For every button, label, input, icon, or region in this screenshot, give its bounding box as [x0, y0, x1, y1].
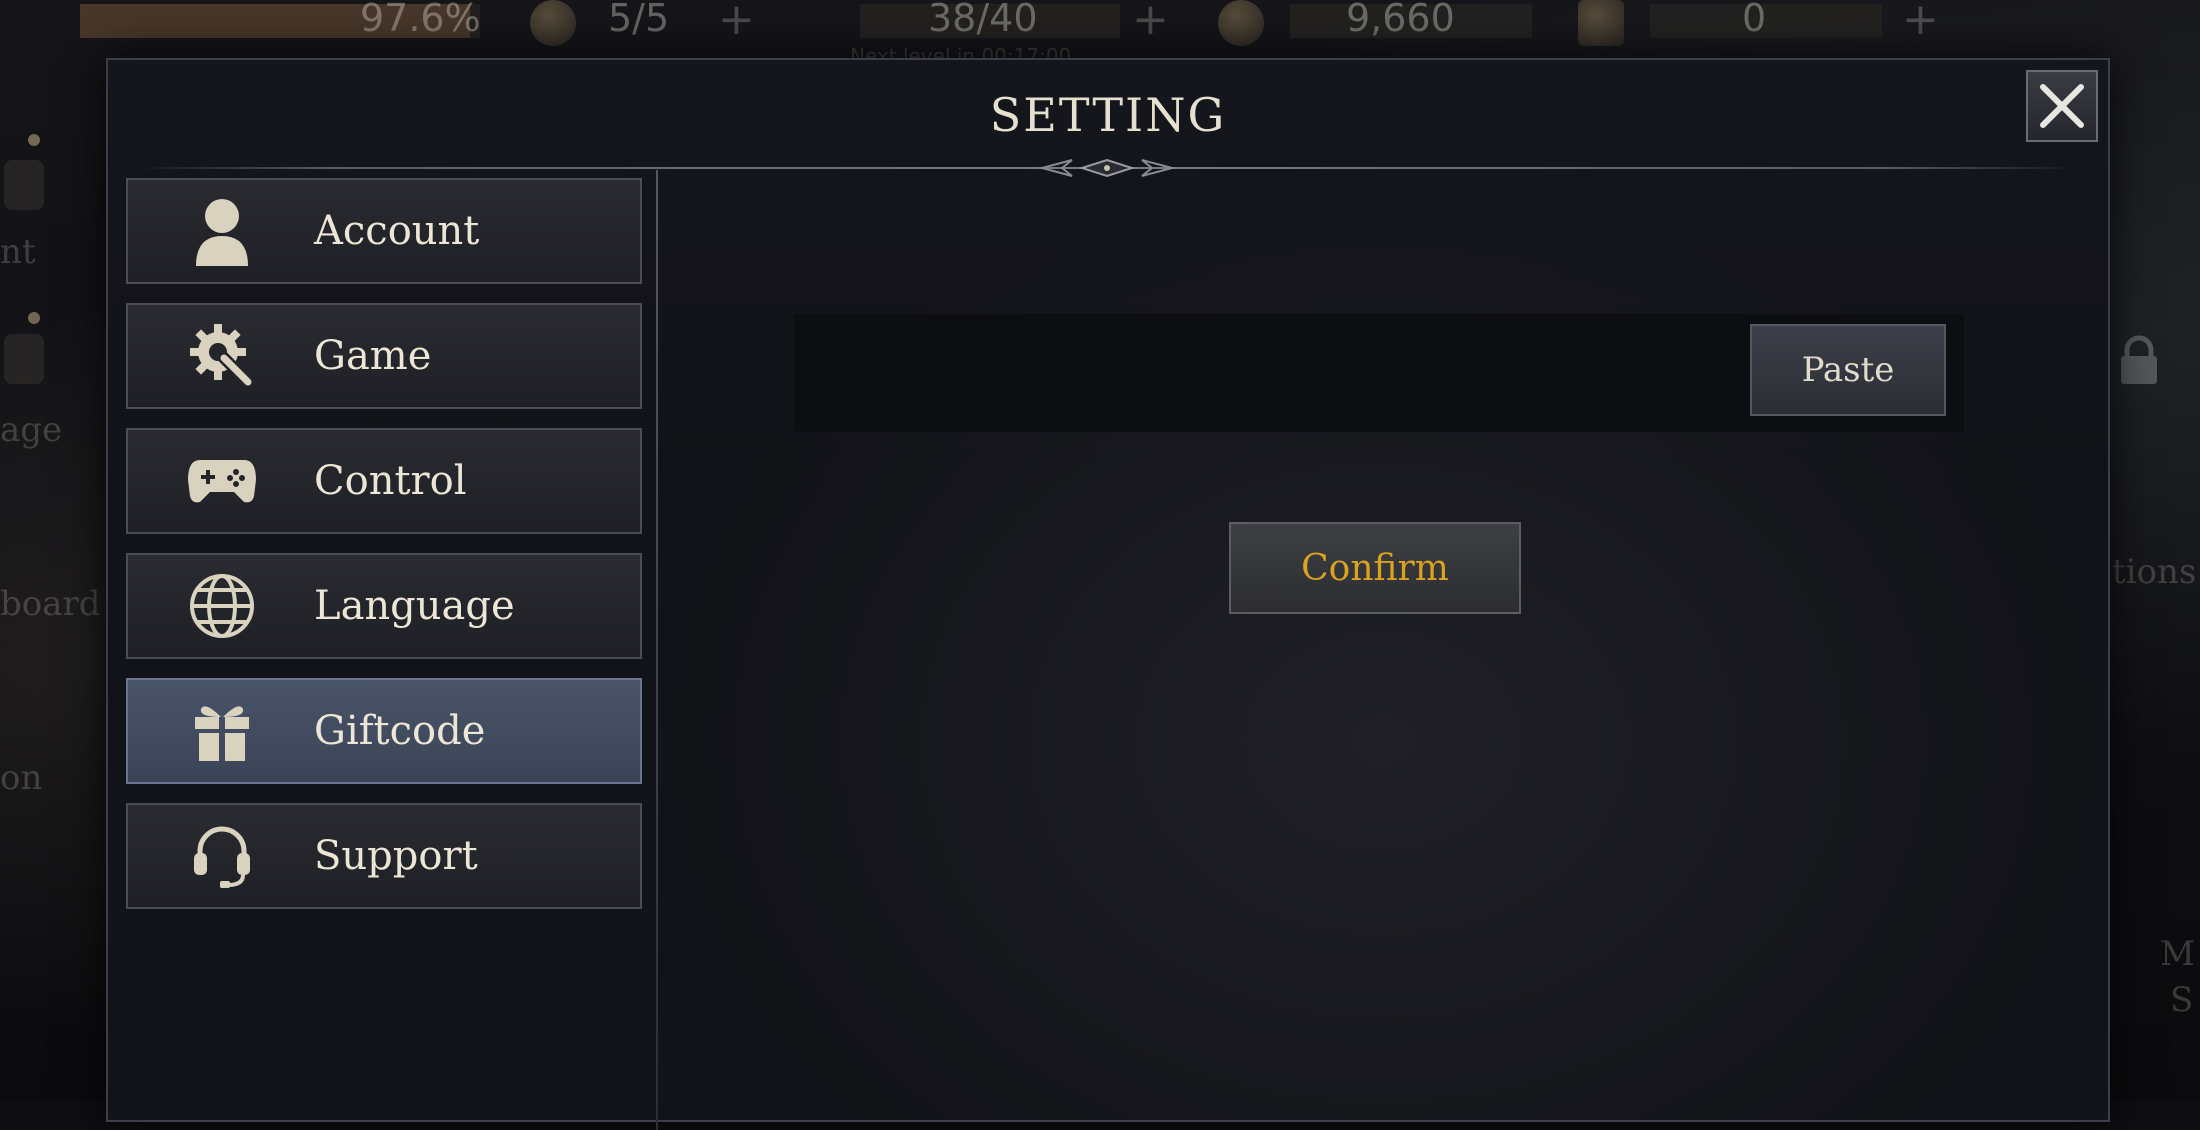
- nav-item-account[interactable]: Account: [126, 178, 642, 284]
- side-label: tions: [2112, 552, 2197, 592]
- side-label: M: [2160, 934, 2195, 974]
- add-energy-icon[interactable]: +: [1132, 0, 1169, 45]
- side-label: on: [0, 758, 43, 798]
- gem-icon: [1578, 0, 1624, 46]
- gems-text: 0: [1742, 0, 1767, 40]
- giftcode-row: Paste: [794, 314, 1964, 432]
- giftcode-input[interactable]: [812, 334, 1616, 414]
- nav-item-control[interactable]: Control: [126, 428, 642, 534]
- side-label: nt: [0, 232, 36, 272]
- gamepad-icon: [182, 441, 262, 521]
- globe-icon: [182, 566, 262, 646]
- nav-label: Game: [314, 333, 432, 379]
- dialog-title: SETTING: [989, 88, 1227, 142]
- menu-icon: [4, 334, 44, 384]
- close-button[interactable]: [2026, 70, 2098, 142]
- energy-text: 38/40: [928, 0, 1038, 40]
- paste-button[interactable]: Paste: [1750, 324, 1946, 416]
- settings-dialog: SETTING Account Game Control Language Gi…: [106, 58, 2110, 1130]
- stamina-icon: [530, 0, 576, 46]
- nav-label: Control: [314, 458, 467, 504]
- progress-text: 97.6%: [360, 0, 481, 40]
- gold-icon: [1218, 0, 1264, 46]
- user-icon: [182, 191, 262, 271]
- gift-icon: [182, 691, 262, 771]
- nav-label: Giftcode: [314, 708, 486, 754]
- notify-dot: [28, 134, 40, 146]
- lock-icon: [2118, 334, 2160, 390]
- headset-icon: [182, 816, 262, 896]
- side-label: age: [0, 410, 63, 450]
- nav-label: Support: [314, 833, 478, 879]
- side-label: S: [2170, 980, 2194, 1020]
- side-label: board: [0, 584, 101, 624]
- gold-text: 9,660: [1346, 0, 1455, 40]
- stamina-text: 5/5: [608, 0, 670, 40]
- nav-item-giftcode[interactable]: Giftcode: [126, 678, 642, 784]
- nav-item-support[interactable]: Support: [126, 803, 642, 909]
- top-hud: 97.6% 5/5 + 38/40 + 9,660 0 + Next level…: [0, 0, 2200, 68]
- nav-label: Account: [314, 208, 480, 254]
- add-stamina-icon[interactable]: +: [718, 0, 755, 45]
- add-gems-icon[interactable]: +: [1902, 0, 1939, 45]
- menu-icon: [4, 160, 44, 210]
- confirm-button[interactable]: Confirm: [1229, 522, 1521, 614]
- nav-label: Language: [314, 583, 515, 629]
- notify-dot: [28, 312, 40, 324]
- giftcode-panel: Paste Confirm: [658, 172, 2108, 1120]
- nav-item-language[interactable]: Language: [126, 553, 642, 659]
- close-icon: [2040, 84, 2084, 128]
- gear-wrench-icon: [182, 316, 262, 396]
- nav-item-game[interactable]: Game: [126, 303, 642, 409]
